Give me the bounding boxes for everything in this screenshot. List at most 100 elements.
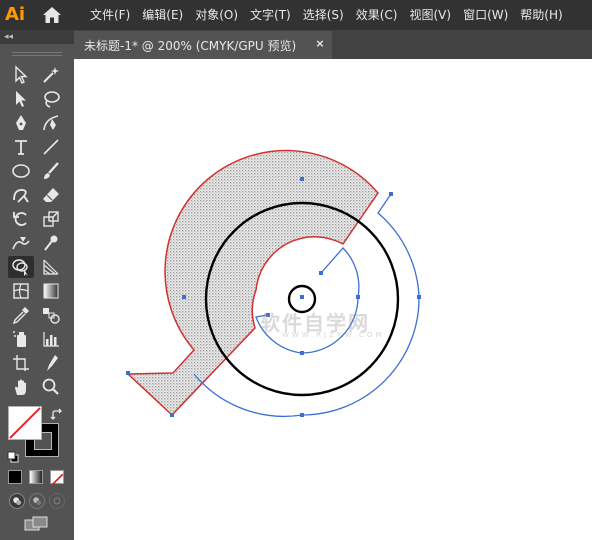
anchor-point[interactable] xyxy=(170,413,174,417)
column-graph-icon xyxy=(43,332,59,347)
draw-inside-button[interactable] xyxy=(49,493,65,509)
puppet-warp-tool[interactable] xyxy=(38,232,64,254)
menu-window[interactable]: 窗口(W) xyxy=(457,0,514,30)
magic-wand-icon xyxy=(43,67,59,83)
eyedropper-tool[interactable] xyxy=(8,304,34,326)
menu-view[interactable]: 视图(V) xyxy=(403,0,457,30)
menu-effect[interactable]: 效果(C) xyxy=(350,0,404,30)
draw-behind-button[interactable] xyxy=(29,493,45,509)
mesh-icon xyxy=(13,283,29,299)
ellipse-tool[interactable] xyxy=(8,160,34,182)
anchor-point[interactable] xyxy=(417,295,421,299)
direct-selection-tool[interactable] xyxy=(8,88,34,110)
none-mode-button[interactable] xyxy=(50,470,64,487)
selected-inner-arc[interactable] xyxy=(255,247,360,354)
anchor-point[interactable] xyxy=(389,192,393,196)
menu-edit[interactable]: 编辑(E) xyxy=(136,0,189,30)
shaper-tool[interactable] xyxy=(8,184,34,206)
screen-mode-icon[interactable] xyxy=(24,516,48,532)
anchor-point[interactable] xyxy=(300,413,304,417)
paintbrush-icon xyxy=(44,162,59,179)
none-slash-icon xyxy=(9,407,41,439)
gradient-mode-button[interactable] xyxy=(29,470,43,484)
line-segment-icon xyxy=(43,139,59,155)
zoom-icon xyxy=(42,378,59,395)
zoom-tool[interactable] xyxy=(38,376,64,398)
anchor-point[interactable] xyxy=(126,371,130,375)
perspective-grid-icon xyxy=(43,259,59,275)
shape-builder-tool[interactable] xyxy=(8,256,34,278)
selection-tool[interactable] xyxy=(8,64,34,86)
artboard-tool[interactable] xyxy=(8,352,34,374)
pen-icon xyxy=(16,115,26,130)
menu-bar: Ai 文件(F) 编辑(E) 对象(O) 文字(T) 选择(S) 效果(C) 视… xyxy=(0,0,592,30)
warp-tool[interactable] xyxy=(8,232,34,254)
slice-tool[interactable] xyxy=(38,352,64,374)
fill-color-swatch[interactable] xyxy=(8,406,42,440)
none-slash-icon xyxy=(50,473,64,487)
menu-select[interactable]: 选择(S) xyxy=(297,0,350,30)
anchor-point[interactable] xyxy=(266,313,270,317)
line-segment-tool[interactable] xyxy=(38,136,64,158)
anchor-point[interactable] xyxy=(356,295,360,299)
perspective-grid-tool[interactable] xyxy=(38,256,64,278)
anchor-point[interactable] xyxy=(300,351,304,355)
swap-fill-stroke-icon[interactable] xyxy=(50,407,64,421)
panel-grip[interactable] xyxy=(12,52,62,56)
mesh-tool[interactable] xyxy=(8,280,34,302)
eraser-tool[interactable] xyxy=(38,184,64,206)
symbol-sprayer-tool[interactable] xyxy=(8,328,34,350)
anchor-point[interactable] xyxy=(319,271,323,275)
document-tab[interactable]: 未标题-1* @ 200% (CMYK/GPU 预览) xyxy=(74,31,332,59)
type-icon xyxy=(15,140,27,155)
artboard-icon xyxy=(13,355,29,371)
magic-wand-tool[interactable] xyxy=(38,64,64,86)
blend-icon xyxy=(43,308,60,324)
artboard-canvas[interactable]: 软件自学网 WWW.RJZXW.COM xyxy=(74,59,592,540)
curvature-tool[interactable] xyxy=(38,112,64,134)
menu-object[interactable]: 对象(O) xyxy=(189,0,244,30)
eyedropper-icon xyxy=(12,307,29,325)
artwork xyxy=(126,149,421,418)
puppet-warp-icon xyxy=(44,235,58,251)
ellipse-icon xyxy=(12,164,30,178)
app-logo: Ai xyxy=(5,4,26,25)
selection-icon xyxy=(15,65,28,84)
menu-file[interactable]: 文件(F) xyxy=(84,0,136,30)
eraser-icon xyxy=(43,188,59,202)
lasso-tool[interactable] xyxy=(38,88,64,110)
scale-tool[interactable] xyxy=(38,208,64,230)
color-mode-button[interactable] xyxy=(8,470,22,484)
default-colors-icon[interactable] xyxy=(7,448,19,463)
gradient-tool[interactable] xyxy=(38,280,64,302)
tools-panel-header: ◂◂ xyxy=(0,30,74,44)
collapse-icon[interactable]: ◂◂ xyxy=(4,31,16,43)
symbol-sprayer-icon xyxy=(13,331,26,347)
shape-builder-icon xyxy=(12,259,28,276)
menu-help[interactable]: 帮助(H) xyxy=(514,0,568,30)
document-tab-label: 未标题-1* @ 200% (CMYK/GPU 预览) xyxy=(84,38,297,53)
home-icon[interactable] xyxy=(42,6,62,24)
anchor-point[interactable] xyxy=(300,177,304,181)
shaper-icon xyxy=(13,189,29,203)
close-tab-icon[interactable]: × xyxy=(314,37,326,51)
filled-shape[interactable] xyxy=(127,149,379,416)
lasso-icon xyxy=(44,91,60,108)
anchor-point[interactable] xyxy=(300,295,304,299)
type-tool[interactable] xyxy=(8,136,34,158)
anchor-point[interactable] xyxy=(182,295,186,299)
rotate-tool[interactable] xyxy=(8,208,34,230)
warp-icon xyxy=(12,237,30,250)
slice-icon xyxy=(47,355,58,371)
column-graph-tool[interactable] xyxy=(38,328,64,350)
menu-type[interactable]: 文字(T) xyxy=(244,0,297,30)
document-tab-bar: 未标题-1* @ 200% (CMYK/GPU 预览) × xyxy=(74,30,592,59)
hand-icon xyxy=(15,379,26,395)
blend-tool[interactable] xyxy=(38,304,64,326)
pen-tool[interactable] xyxy=(8,112,34,134)
draw-normal-button[interactable] xyxy=(9,493,25,509)
gradient-icon xyxy=(43,283,59,299)
paintbrush-tool[interactable] xyxy=(38,160,64,182)
scale-icon xyxy=(43,211,59,227)
hand-tool[interactable] xyxy=(8,376,34,398)
